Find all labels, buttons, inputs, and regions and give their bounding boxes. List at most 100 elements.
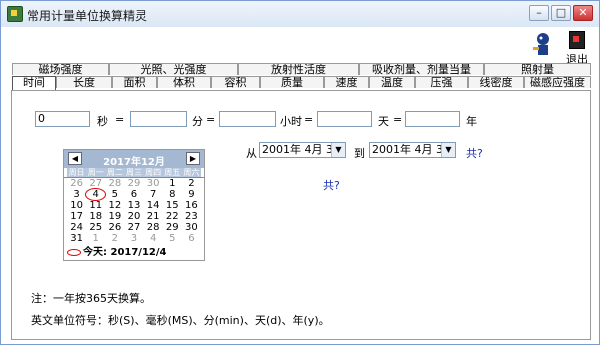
calendar-day[interactable]: 2 <box>182 178 201 189</box>
calendar-day[interactable]: 23 <box>182 211 201 222</box>
tab-area[interactable]: 面积 <box>112 76 157 88</box>
result-label: 共? <box>323 179 340 192</box>
calendar-day[interactable]: 30 <box>144 178 163 189</box>
calendar-day[interactable]: 28 <box>105 178 124 189</box>
equals-sign-4: = <box>393 113 403 126</box>
calendar-day[interactable]: 22 <box>163 211 182 222</box>
calendar-dropdown: ◀ 2017年12月 ▶ 周日 周一 周二 周三 周四 周五 周六 26 27 … <box>63 149 205 261</box>
calendar-day[interactable]: 19 <box>105 211 124 222</box>
seconds-unit-label: 秒 <box>97 115 108 128</box>
restore-button[interactable]: □ <box>551 5 571 21</box>
calendar-day[interactable]: 6 <box>182 233 201 244</box>
calendar-day-selected[interactable]: 4 <box>85 188 107 201</box>
tab-length[interactable]: 长度 <box>56 76 112 88</box>
calendar-day[interactable]: 11 <box>86 200 105 211</box>
calendar-day[interactable]: 17 <box>67 211 86 222</box>
calendar-day[interactable]: 25 <box>86 222 105 233</box>
calendar-day[interactable]: 24 <box>67 222 86 233</box>
calendar-header: ◀ 2017年12月 ▶ <box>64 150 204 168</box>
tab-row-lower: 时间 长度 面积 体积 容积 质量 速度 温度 压强 线密度 磁感应强度 <box>12 76 592 90</box>
calendar-day[interactable]: 10 <box>67 200 86 211</box>
calendar-day[interactable]: 18 <box>86 211 105 222</box>
app-icon <box>7 6 23 22</box>
calendar-day[interactable]: 5 <box>105 189 124 200</box>
calendar-day[interactable]: 21 <box>144 211 163 222</box>
calendar-week-row: 26 27 28 29 30 1 2 <box>67 178 201 189</box>
main-window: 常用计量单位换算精灵 – □ ✕ 退出 磁场强度 光照、光强度 放射性活度 吸收… <box>0 0 600 345</box>
calendar-day[interactable]: 30 <box>182 222 201 233</box>
calendar-today-link[interactable]: 今天: 2017/12/4 <box>67 243 167 258</box>
mascot-icon <box>533 33 549 55</box>
calendar-day[interactable]: 8 <box>163 189 182 200</box>
equals-sign-1: = <box>115 113 125 126</box>
to-label: 到 <box>354 147 365 160</box>
from-date-picker[interactable]: 2001年 4月 3日 ▼ <box>259 142 346 158</box>
weekday-label: 周三 <box>124 168 144 177</box>
to-date-picker[interactable]: 2001年 4月 3日 ▼ <box>369 142 456 158</box>
hours-input[interactable] <box>219 111 276 127</box>
calendar-day[interactable]: 29 <box>163 222 182 233</box>
tab-capacity[interactable]: 容积 <box>211 76 260 88</box>
weekday-label: 周五 <box>162 168 182 177</box>
calendar-day[interactable]: 1 <box>163 178 182 189</box>
calendar-day[interactable]: 20 <box>124 211 143 222</box>
hours-unit-label: 小时 <box>280 115 302 128</box>
calendar-weekday-header: 周日 周一 周二 周三 周四 周五 周六 <box>64 168 204 178</box>
calendar-day[interactable]: 26 <box>67 178 86 189</box>
calendar-day[interactable]: 26 <box>105 222 124 233</box>
tab-magnetic-field[interactable]: 磁场强度 <box>12 63 109 75</box>
tab-illumination[interactable]: 光照、光强度 <box>109 63 238 75</box>
calendar-day-grid: 26 27 28 29 30 1 2 3 4 5 6 7 8 9 10 11 1… <box>64 178 204 244</box>
calendar-day[interactable]: 12 <box>105 200 124 211</box>
close-button[interactable]: ✕ <box>573 5 593 21</box>
tab-speed[interactable]: 速度 <box>324 76 369 88</box>
tab-mass[interactable]: 质量 <box>260 76 324 88</box>
calendar-day[interactable]: 6 <box>124 189 143 200</box>
title-bar: 常用计量单位换算精灵 – □ ✕ <box>1 1 599 27</box>
calendar-next-button[interactable]: ▶ <box>186 152 200 165</box>
calendar-day[interactable]: 13 <box>124 200 143 211</box>
weekday-label: 周一 <box>86 168 106 177</box>
calendar-day[interactable]: 14 <box>144 200 163 211</box>
years-input[interactable] <box>405 111 460 127</box>
tab-volume[interactable]: 体积 <box>157 76 211 88</box>
chevron-down-icon[interactable]: ▼ <box>441 143 455 157</box>
chevron-down-icon[interactable]: ▼ <box>331 143 345 157</box>
calendar-day[interactable]: 27 <box>124 222 143 233</box>
calendar-day[interactable]: 9 <box>182 189 201 200</box>
from-label: 从 <box>246 147 257 160</box>
window-title: 常用计量单位换算精灵 <box>27 9 148 23</box>
calendar-week-row: 17 18 19 20 21 22 23 <box>67 211 201 222</box>
minimize-button[interactable]: – <box>529 5 549 21</box>
tab-time[interactable]: 时间 <box>12 76 56 90</box>
tab-exposure[interactable]: 照射量 <box>484 63 591 75</box>
calendar-day[interactable]: 15 <box>163 200 182 211</box>
calendar-week-row: 3 4 5 6 7 8 9 <box>67 188 201 201</box>
calendar-week-row: 10 11 12 13 14 15 16 <box>67 200 201 211</box>
tab-temperature[interactable]: 温度 <box>369 76 415 88</box>
calendar-day[interactable]: 3 <box>67 189 86 200</box>
tab-linear-density[interactable]: 线密度 <box>468 76 524 88</box>
calendar-month-title: 2017年12月 <box>103 157 165 168</box>
weekday-label: 周日 <box>67 168 87 177</box>
calendar-day[interactable]: 28 <box>144 222 163 233</box>
total-days-label: 共? <box>466 147 483 160</box>
exit-icon <box>569 31 585 49</box>
calendar-day[interactable]: 29 <box>124 178 143 189</box>
minutes-input[interactable] <box>130 111 187 127</box>
tab-radioactivity[interactable]: 放射性活度 <box>238 63 359 75</box>
tab-pressure[interactable]: 压强 <box>415 76 468 88</box>
equals-sign-2: = <box>206 113 216 126</box>
calendar-day[interactable]: 16 <box>182 200 201 211</box>
calendar-week-row: 24 25 26 27 28 29 30 <box>67 222 201 233</box>
calendar-day[interactable]: 7 <box>144 189 163 200</box>
exit-button[interactable]: 退出 <box>562 31 592 66</box>
weekday-label: 周四 <box>143 168 163 177</box>
tab-absorbed-dose[interactable]: 吸收剂量、剂量当量 <box>359 63 484 75</box>
seconds-input[interactable]: 0 <box>35 111 90 127</box>
days-input[interactable] <box>317 111 372 127</box>
equals-sign-3: = <box>304 113 314 126</box>
tab-magnetic-induction[interactable]: 磁感应强度 <box>524 76 591 88</box>
weekday-label: 周二 <box>105 168 125 177</box>
note-year-days: 注：一年按365天换算。 <box>31 292 151 305</box>
